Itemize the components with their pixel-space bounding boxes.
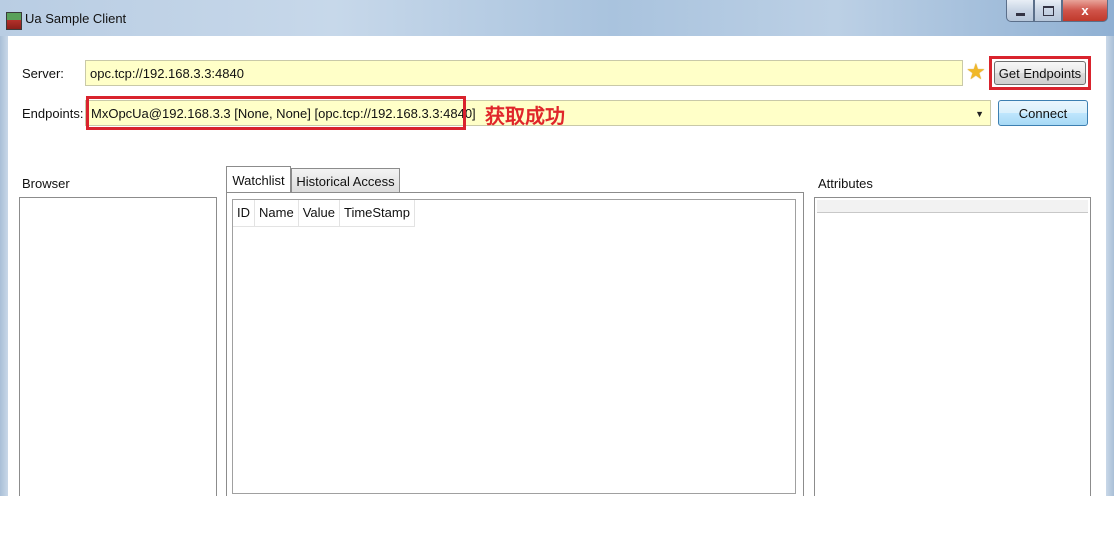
attributes-panel[interactable] bbox=[814, 197, 1091, 496]
tab-watchlist-label: Watchlist bbox=[232, 172, 285, 188]
connect-button[interactable]: Connect bbox=[998, 100, 1088, 126]
maximize-button[interactable] bbox=[1034, 0, 1062, 22]
window-frame-left bbox=[0, 36, 8, 496]
minimize-button[interactable] bbox=[1006, 0, 1034, 22]
minimize-icon bbox=[1015, 13, 1025, 16]
watchlist-grid[interactable]: ID Name Value TimeStamp bbox=[232, 199, 796, 494]
column-header-timestamp[interactable]: TimeStamp bbox=[340, 200, 415, 226]
window-title: Ua Sample Client bbox=[25, 11, 127, 26]
watchlist-header: ID Name Value TimeStamp bbox=[233, 200, 415, 227]
star-icon[interactable]: ★ bbox=[966, 61, 988, 83]
watchlist-panel: ID Name Value TimeStamp bbox=[226, 192, 804, 496]
get-endpoints-button[interactable]: Get Endpoints bbox=[994, 61, 1086, 85]
endpoint-highlight bbox=[86, 96, 466, 130]
tab-watchlist[interactable]: Watchlist bbox=[226, 166, 291, 193]
column-header-name[interactable]: Name bbox=[255, 200, 299, 226]
attributes-title: Attributes bbox=[818, 176, 873, 191]
maximize-icon bbox=[1042, 5, 1054, 16]
close-icon: x bbox=[1081, 3, 1089, 18]
column-header-id[interactable]: ID bbox=[233, 200, 255, 226]
title-bar[interactable]: Ua Sample Client x bbox=[0, 0, 1114, 36]
close-button[interactable]: x bbox=[1062, 0, 1108, 22]
chevron-down-icon[interactable]: ▼ bbox=[975, 109, 984, 119]
app-icon bbox=[6, 12, 22, 30]
endpoints-label: Endpoints: bbox=[22, 106, 84, 121]
success-annotation: 获取成功 bbox=[485, 104, 565, 128]
server-label: Server: bbox=[22, 66, 64, 81]
server-url-input[interactable] bbox=[85, 60, 963, 86]
browser-tree[interactable] bbox=[19, 197, 217, 496]
tab-historical-access[interactable]: Historical Access bbox=[291, 168, 400, 193]
window-frame-right bbox=[1106, 36, 1114, 496]
attributes-header bbox=[817, 200, 1088, 213]
column-header-value[interactable]: Value bbox=[299, 200, 340, 226]
browser-title: Browser bbox=[22, 176, 70, 191]
main-window: Ua Sample Client x Server: ★ Get Endpoin… bbox=[0, 0, 1114, 496]
client-area: Server: ★ Get Endpoints Endpoints: MxOpc… bbox=[8, 36, 1106, 496]
tab-historical-access-label: Historical Access bbox=[296, 173, 395, 189]
caption-buttons: x bbox=[1006, 0, 1108, 22]
